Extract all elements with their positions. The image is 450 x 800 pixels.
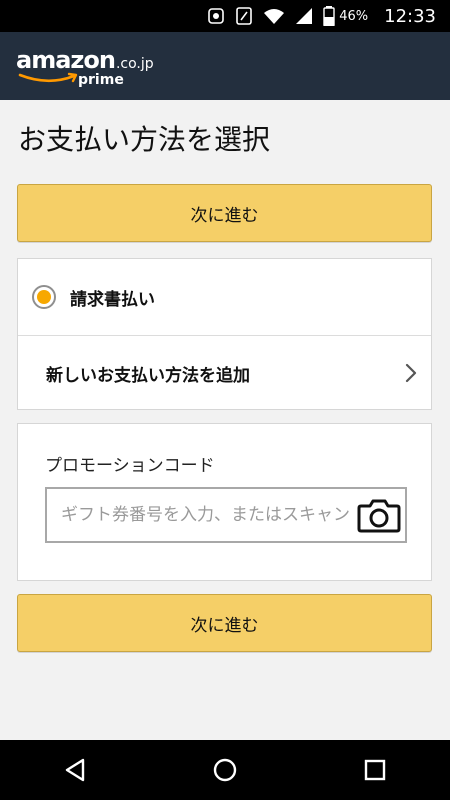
status-bar: 46% 12:33 bbox=[0, 0, 450, 32]
nav-back-button[interactable] bbox=[45, 740, 105, 800]
smile-arrow-icon bbox=[18, 72, 78, 83]
promo-code-card: プロモーションコード bbox=[17, 423, 432, 581]
status-time: 12:33 bbox=[384, 5, 436, 27]
radio-selected-dot bbox=[37, 290, 51, 304]
nav-recents-button[interactable] bbox=[345, 740, 405, 800]
battery-percent: 46% bbox=[339, 8, 369, 24]
continue-button-bottom[interactable]: 次に進む bbox=[17, 594, 432, 652]
wifi-icon bbox=[264, 9, 285, 24]
back-icon bbox=[65, 758, 85, 782]
app-header: amazon.co.jp prime bbox=[0, 32, 450, 100]
signal-icon bbox=[296, 8, 313, 24]
nfc-icon bbox=[236, 7, 253, 25]
battery-icon bbox=[323, 6, 335, 26]
page-title: お支払い方法を選択 bbox=[18, 123, 271, 156]
add-payment-label: 新しいお支払い方法を追加 bbox=[46, 365, 250, 386]
payment-option-invoice[interactable]: 請求書払い bbox=[18, 259, 431, 336]
add-payment-method-row[interactable]: 新しいお支払い方法を追加 bbox=[18, 335, 431, 411]
amazon-logo[interactable]: amazon.co.jp prime bbox=[16, 46, 154, 88]
home-icon bbox=[213, 758, 237, 782]
notification-icon bbox=[208, 8, 225, 24]
nav-home-button[interactable] bbox=[195, 740, 255, 800]
promo-code-field bbox=[45, 487, 407, 543]
chevron-right-icon bbox=[405, 363, 417, 383]
promo-code-input[interactable] bbox=[47, 488, 353, 542]
logo-prime: prime bbox=[78, 72, 124, 88]
logo-wordmark: amazon bbox=[16, 46, 116, 74]
payment-methods-card: 請求書払い 新しいお支払い方法を追加 bbox=[17, 258, 432, 410]
invoice-radio[interactable] bbox=[32, 285, 56, 309]
recents-icon bbox=[364, 759, 386, 781]
invoice-label: 請求書払い bbox=[70, 289, 155, 310]
scan-camera-button[interactable] bbox=[353, 489, 405, 541]
promo-code-label: プロモーションコード bbox=[45, 456, 215, 476]
logo-tld: .co.jp bbox=[115, 56, 154, 72]
continue-button-top[interactable]: 次に進む bbox=[17, 184, 432, 242]
system-nav-bar bbox=[0, 740, 450, 800]
camera-icon bbox=[357, 499, 401, 533]
